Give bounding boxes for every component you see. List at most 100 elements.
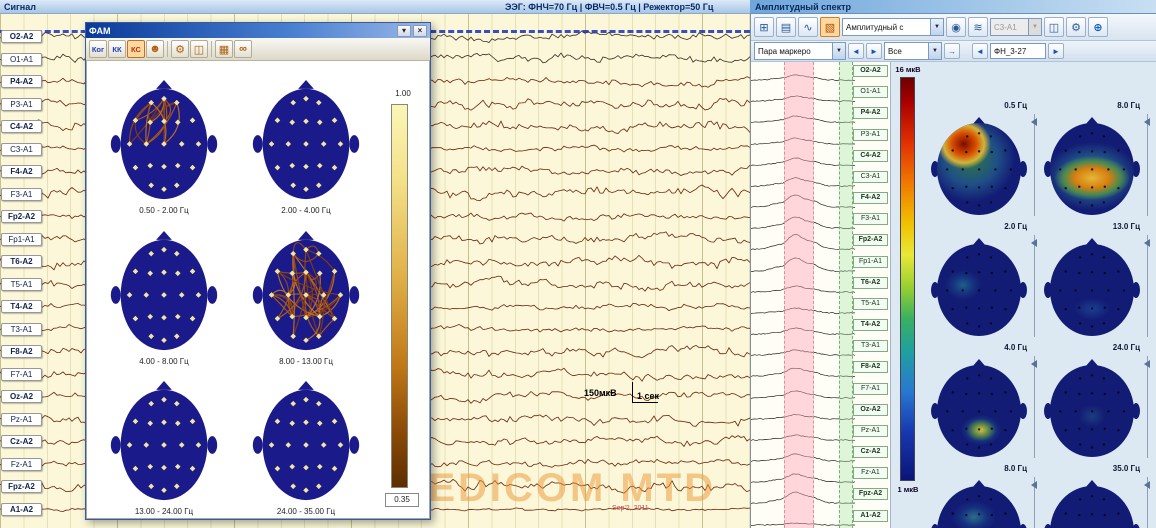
marker-next-button[interactable]: ► [866, 43, 882, 59]
channel-label[interactable]: P3-A1 [1, 98, 42, 111]
channel-label[interactable]: T4-A2 [1, 300, 42, 313]
spectrum-channel-label[interactable]: C3-A1 [853, 171, 888, 183]
channel-label[interactable]: Cz-A2 [1, 435, 42, 448]
chevron-down-icon[interactable]: ▼ [832, 43, 845, 59]
frequency-slider[interactable] [1031, 235, 1039, 337]
spectrum-map[interactable] [1042, 235, 1142, 339]
slider-thumb-icon[interactable] [1144, 239, 1150, 247]
frequency-slider[interactable] [1031, 356, 1039, 458]
frequency-slider[interactable] [1144, 235, 1152, 337]
frequency-slider[interactable] [1144, 477, 1152, 528]
fam-map[interactable] [109, 378, 219, 506]
spectrum-channel-label[interactable]: Fz-A1 [853, 467, 888, 479]
spectrum-channel-label[interactable]: F7-A1 [853, 383, 888, 395]
spectrum-map[interactable] [1042, 477, 1142, 528]
channel-label[interactable]: F8-A2 [1, 345, 42, 358]
settings-icon[interactable]: ⚙ [1066, 17, 1086, 37]
spectrum-channel-label[interactable]: Fpz-A2 [853, 488, 888, 500]
channel-label[interactable]: T6-A2 [1, 255, 42, 268]
range-combo[interactable]: Все ▼ [884, 42, 942, 60]
frequency-slider[interactable] [1144, 114, 1152, 216]
spectrum-channel-label[interactable]: O2-A2 [853, 65, 888, 77]
save-icon[interactable]: ▦ [215, 40, 233, 58]
slider-thumb-icon[interactable] [1031, 360, 1037, 368]
spectrum-list-icon[interactable]: ▤ [776, 17, 796, 37]
spectrum-channel-label[interactable]: F8-A2 [853, 361, 888, 373]
channel-label[interactable]: Oz-A2 [1, 390, 42, 403]
coherence-button[interactable]: Ког [89, 40, 107, 58]
marker-pair-combo[interactable]: Пара маркеро ▼ [754, 42, 846, 60]
print-icon[interactable]: ◫ [1044, 17, 1064, 37]
channel-label[interactable]: C3-A1 [1, 143, 42, 156]
freq-prev-button[interactable]: ◄ [972, 43, 988, 59]
channel-label[interactable]: O1-A1 [1, 53, 42, 66]
slider-thumb-icon[interactable] [1031, 239, 1037, 247]
channel-label[interactable]: O2-A2 [1, 30, 42, 43]
slider-thumb-icon[interactable] [1144, 360, 1150, 368]
head-map-icon[interactable]: ☻ [146, 40, 164, 58]
channel-label[interactable]: F3-A1 [1, 188, 42, 201]
fam-map[interactable] [251, 378, 361, 506]
spectrum-channel-label[interactable]: P4-A2 [853, 107, 888, 119]
cross-correlation-button[interactable]: КК [108, 40, 126, 58]
print-icon[interactable]: ◫ [190, 40, 208, 58]
spectrum-channel-label[interactable]: Cz-A2 [853, 446, 888, 458]
spectrum-map[interactable] [929, 235, 1029, 339]
spectrum-panel-header[interactable]: Амплитудный спектр [750, 0, 1156, 14]
spectrum-map[interactable] [1042, 356, 1142, 460]
spectrum-channel-label[interactable]: F3-A1 [853, 213, 888, 225]
frequency-slider[interactable] [1031, 114, 1039, 216]
channel-label[interactable]: P4-A2 [1, 75, 42, 88]
spectrum-table-icon[interactable]: ⊞ [754, 17, 774, 37]
spectrum-map[interactable] [929, 356, 1029, 460]
slider-thumb-icon[interactable] [1144, 118, 1150, 126]
freq-next-button[interactable]: ► [1048, 43, 1064, 59]
channel-label[interactable]: C4-A2 [1, 120, 42, 133]
slider-thumb-icon[interactable] [1031, 481, 1037, 489]
spectrum-channel-label[interactable]: P3-A1 [853, 129, 888, 141]
window-menu-icon[interactable]: ▾ [397, 25, 411, 37]
spectrum-channel-label[interactable]: Fp2-A2 [853, 234, 888, 246]
frequency-slider[interactable] [1031, 477, 1039, 528]
settings-icon[interactable]: ⚙ [171, 40, 189, 58]
apply-range-button[interactable]: → [944, 43, 960, 59]
channel-label[interactable]: Pz-A1 [1, 413, 42, 426]
fam-map[interactable] [109, 77, 219, 205]
slider-thumb-icon[interactable] [1144, 481, 1150, 489]
channel-label[interactable]: Fpz-A2 [1, 480, 42, 493]
marker-prev-button[interactable]: ◄ [848, 43, 864, 59]
fam-map[interactable] [109, 228, 219, 356]
spectrum-channel-label[interactable]: Oz-A2 [853, 404, 888, 416]
spectrum-channel-label[interactable]: C4-A2 [853, 150, 888, 162]
channel-label[interactable]: T5-A1 [1, 278, 42, 291]
channel-label[interactable]: F7-A1 [1, 368, 42, 381]
fam-titlebar[interactable]: ФАМ ▾× [86, 23, 430, 38]
globe-icon[interactable]: ⊕ [1088, 17, 1108, 37]
spectrum-curves-icon[interactable]: ∿ [798, 17, 818, 37]
spectrum-maps-icon[interactable]: ▧ [820, 17, 840, 37]
slider-thumb-icon[interactable] [1031, 118, 1037, 126]
frequency-slider[interactable] [1144, 356, 1152, 458]
spectrum-map[interactable] [1042, 114, 1142, 218]
spectrum-map[interactable] [929, 477, 1029, 528]
channel-label[interactable]: Fp1-A1 [1, 233, 42, 246]
close-icon[interactable]: × [413, 25, 427, 37]
spectrum-channel-label[interactable]: Pz-A1 [853, 425, 888, 437]
spectrum-channel-label[interactable]: T6-A2 [853, 277, 888, 289]
search-icon[interactable]: ∞ [234, 40, 252, 58]
channel-label[interactable]: Fp2-A2 [1, 210, 42, 223]
ks-button[interactable]: КС [127, 40, 145, 58]
spectrum-channel-label[interactable]: O1-A1 [853, 86, 888, 98]
spectrum-channel-label[interactable]: T4-A2 [853, 319, 888, 331]
spectrum-map[interactable] [929, 114, 1029, 218]
chevron-down-icon[interactable]: ▼ [930, 19, 943, 35]
spectrum-channel-label[interactable]: A1-A2 [853, 510, 888, 522]
fam-map[interactable] [251, 228, 361, 356]
spectrum-channel-label[interactable]: Fp1-A1 [853, 256, 888, 268]
spectrum-channel-label[interactable]: T3-A1 [853, 340, 888, 352]
channel-label[interactable]: A1-A2 [1, 503, 42, 516]
channel-label[interactable]: F4-A2 [1, 165, 42, 178]
overlay-icon[interactable]: ≋ [968, 17, 988, 37]
freq-range-field[interactable]: ФН_3-27 [990, 43, 1046, 59]
fam-map[interactable] [251, 77, 361, 205]
